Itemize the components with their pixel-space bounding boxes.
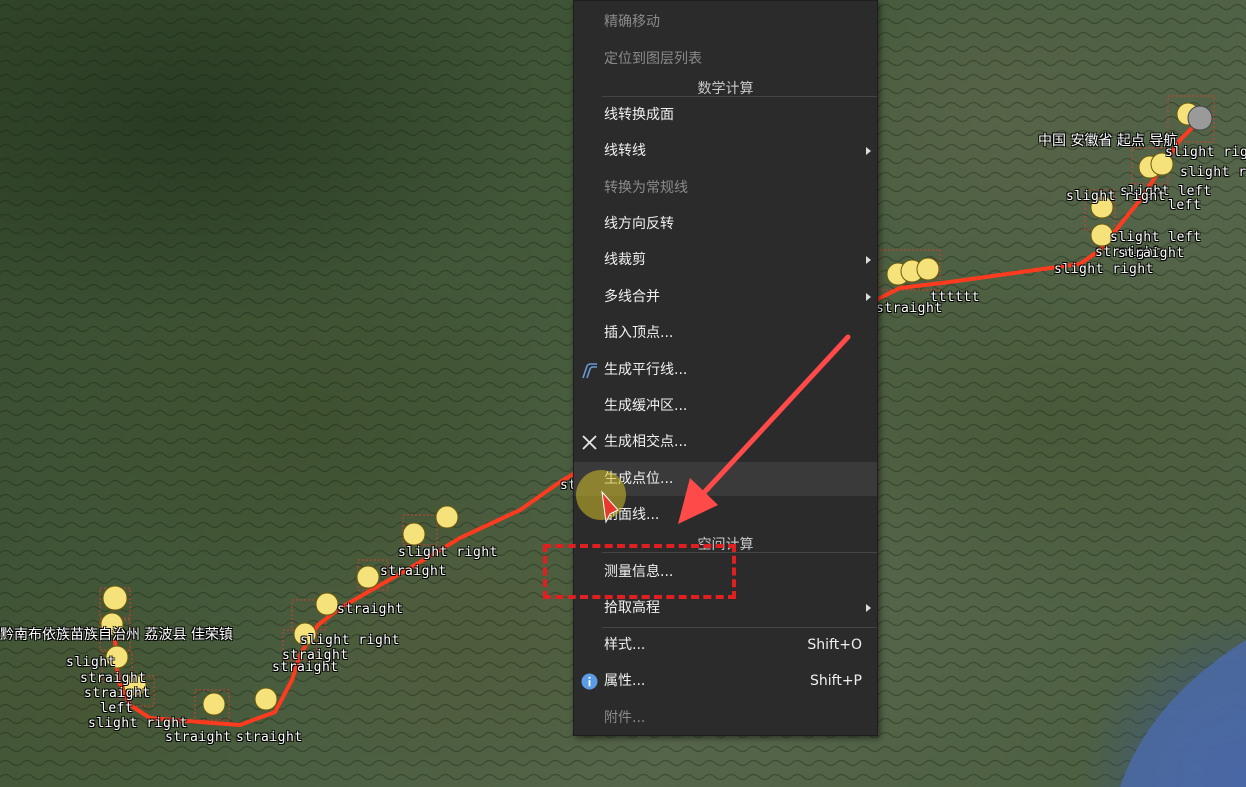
place-label-county: 黔南布依族苗族自治州 荔波县 佳荣镇 [0,627,233,643]
intersect-x-icon [582,435,597,450]
menu-item-reverse-direction[interactable]: 线方向反转 [574,207,877,241]
menu-item-insert-vertex[interactable]: 插入顶点... [574,316,877,350]
menu-item-label: 线转线 [604,143,646,159]
menu-item-shortcut: Shift+O [807,637,862,653]
menu-item-label: 生成平行线... [604,362,688,378]
menu-item-label: 生成缓冲区... [604,398,688,414]
route-label: straight [380,564,447,579]
route-label: slight right [300,633,400,648]
place-label-start: 中国 安徽省 起点 导航 [1038,133,1178,149]
menu-item-line-clip[interactable]: 线裁剪 [574,243,877,277]
context-menu: 精确移动 定位到图层列表 数学计算 线转换成面 线转线 转换为常规线 线方向反转… [573,0,878,736]
menu-section-label: 数学计算 [697,81,754,97]
menu-item-style[interactable]: 样式... Shift+O [574,628,877,662]
menu-item-label: 精确移动 [604,14,660,30]
menu-item-label: 插入顶点... [604,325,674,341]
menu-separator [602,552,877,553]
menu-item-intersection-points[interactable]: 生成相交点... [574,425,877,459]
menu-item-label: 剖面线... [604,507,660,523]
menu-item-shortcut: Shift+P [810,673,862,689]
menu-item-label: 多线合并 [604,289,660,305]
route-label: slight left [1110,230,1202,245]
menu-section-math: 数学计算 [574,78,877,98]
submenu-arrow-icon [866,256,871,264]
menu-item-label: 生成相交点... [604,434,688,450]
menu-item-label: 附件... [604,710,646,726]
submenu-arrow-icon [866,293,871,301]
menu-item-locate-layer[interactable]: 定位到图层列表 [574,42,877,76]
route-label: slight right [1165,145,1246,160]
route-label: left [1168,198,1202,213]
route-label: slight right [88,716,188,731]
menu-separator [602,96,877,97]
menu-item-label: 属性... [604,673,646,689]
menu-item-label: 测量信息... [604,564,674,580]
menu-section-spatial: 空间计算 [574,534,877,554]
route-label: slight right [1180,165,1246,180]
menu-item-attachments[interactable]: 附件... [574,701,877,735]
route-label: straight [165,730,232,745]
route-label: slight [66,655,116,670]
menu-item-profile-line[interactable]: 剖面线... [574,498,877,532]
menu-item-label: 转换为常规线 [604,180,688,196]
menu-separator-row [574,609,877,628]
menu-item-measure-info[interactable]: 测量信息... [574,555,877,589]
menu-section-label: 空间计算 [697,537,754,553]
menu-item-label: 线方向反转 [604,216,674,232]
menu-item-label: 定位到图层列表 [604,51,702,67]
menu-item-label: 样式... [604,637,646,653]
menu-item-line-to-polygon[interactable]: 线转换成面 [574,98,877,132]
route-label: tttttt [930,290,980,305]
route-label: slight right [1054,262,1154,277]
menu-item-generate-points[interactable]: 生成点位... [574,462,877,496]
route-label: slight right [1066,189,1166,204]
menu-item-label: 生成点位... [604,471,674,487]
menu-item-parallel-lines[interactable]: 生成平行线... [574,353,877,387]
info-icon [581,673,598,690]
menu-item-properties[interactable]: 属性... Shift+P [574,664,877,698]
menu-item-merge-lines[interactable]: 多线合并 [574,280,877,314]
menu-item-label: 线转换成面 [604,107,674,123]
route-label: straight [236,730,303,745]
route-label: slight right [398,545,498,560]
menu-item-buffer[interactable]: 生成缓冲区... [574,389,877,423]
menu-item-label: 线裁剪 [604,252,646,268]
submenu-arrow-icon [866,147,871,155]
route-label: straight [272,660,339,675]
route-label: straight [337,602,404,617]
route-label: straight [84,686,151,701]
menu-item-precise-move[interactable]: 精确移动 [574,5,877,39]
menu-item-convert-regular-line[interactable]: 转换为常规线 [574,171,877,205]
menu-item-line-to-line[interactable]: 线转线 [574,134,877,168]
route-label: left [100,701,134,716]
route-label: straight [1118,246,1185,261]
route-label: straight [80,671,147,686]
parallel-lines-icon [582,363,597,379]
